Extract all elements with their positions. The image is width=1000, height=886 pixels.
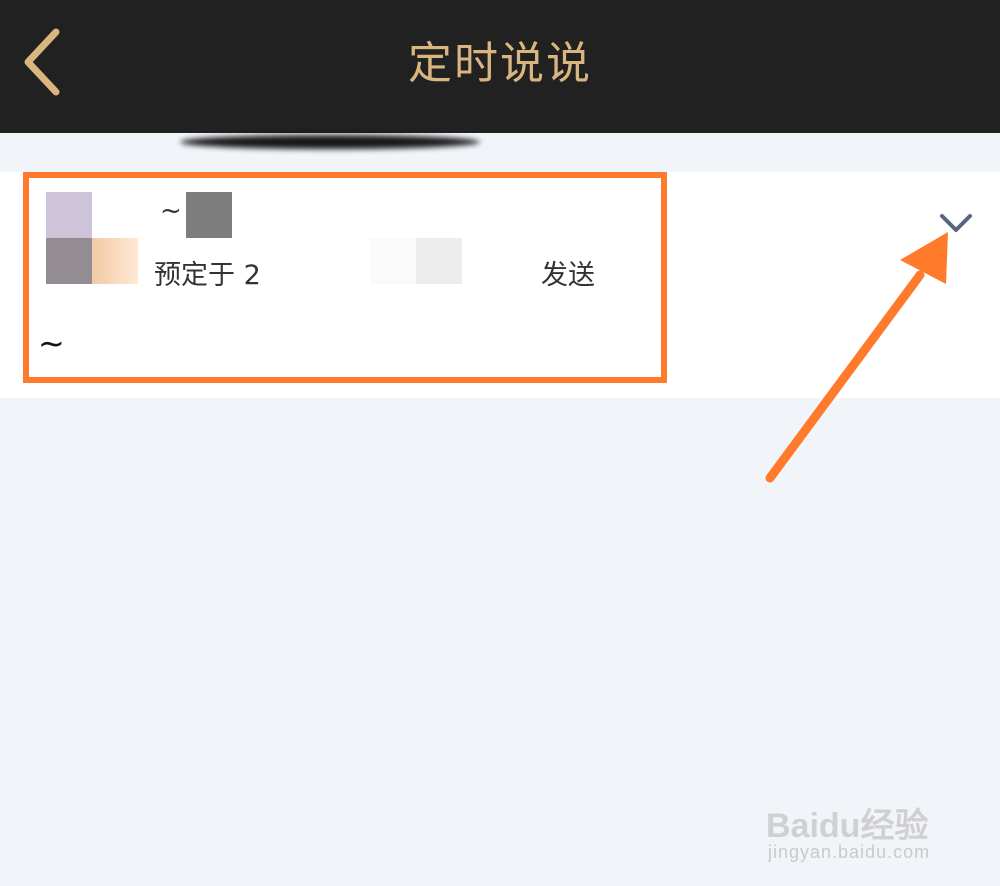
watermark: Baidu经验 jingyan.baidu.com [766,780,966,870]
navigation-bar: 定时说说 [0,0,1000,133]
redaction-smudge [180,135,480,149]
highlight-box [23,172,667,383]
watermark-brand: Baidu经验 [766,807,929,845]
page-title: 定时说说 [408,38,592,89]
watermark-url: jingyan.baidu.com [768,842,931,862]
arrow-pointer-icon [765,232,948,483]
